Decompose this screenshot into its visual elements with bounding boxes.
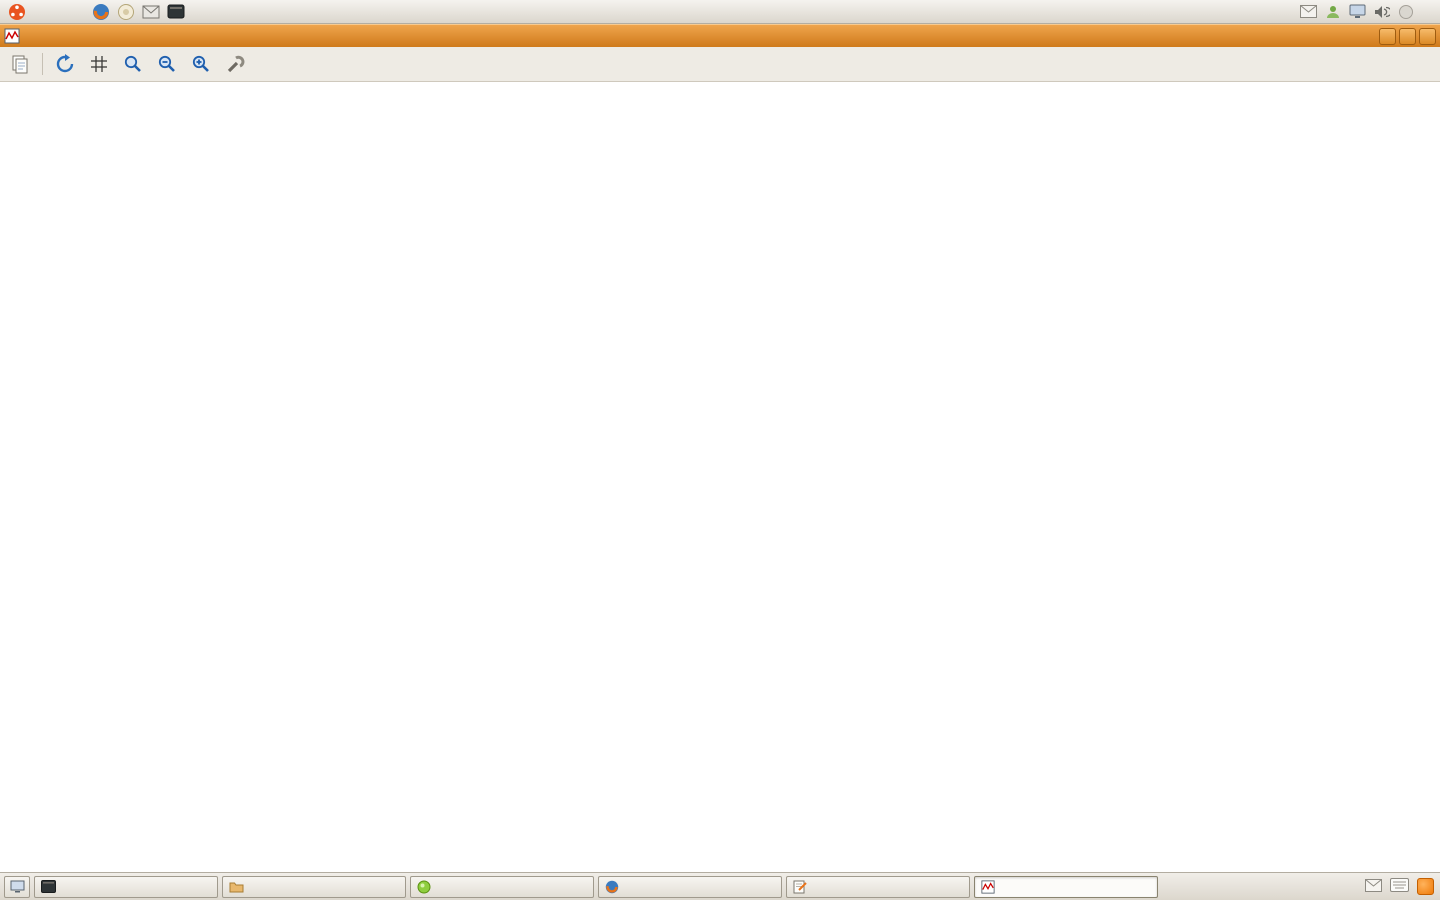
monitor-icon: [1349, 4, 1366, 19]
weather-icon: [1398, 4, 1414, 20]
ubuntu-logo-icon: [8, 3, 26, 21]
echo-distance-chart: [0, 234, 1440, 541]
plot-background: [0, 848, 1440, 872]
help-button[interactable]: [257, 52, 281, 76]
ubuntu-logo-icon[interactable]: [8, 3, 26, 21]
copy-icon: [10, 54, 30, 74]
show-desktop-button[interactable]: [4, 876, 30, 898]
taskbar-item-firefox[interactable]: [598, 876, 782, 898]
terminal-icon: [167, 4, 185, 19]
close-button[interactable]: [1419, 28, 1436, 45]
zoom-in-icon: [191, 54, 211, 74]
menu-places[interactable]: [48, 9, 66, 15]
zoom-previous-icon: [123, 54, 143, 74]
zoom-in-button[interactable]: [189, 52, 213, 76]
mail-launcher-icon[interactable]: [142, 5, 160, 19]
titlebar-buttons: [1379, 28, 1436, 45]
toggle-grid-button[interactable]: [87, 52, 111, 76]
keyboard-indicator-icon[interactable]: [1390, 878, 1409, 895]
keyboard-icon: [1390, 878, 1409, 892]
copy-button[interactable]: [8, 52, 32, 76]
zoom-previous-button[interactable]: [121, 52, 145, 76]
speaker-icon: [1374, 5, 1390, 19]
window-titlebar[interactable]: [0, 24, 1440, 47]
waveform-sample-chart: [0, 82, 1440, 234]
mail-notification-icon[interactable]: [1300, 5, 1317, 18]
user-icon: [1325, 4, 1341, 20]
desktop-icon: [10, 880, 25, 893]
taskbar-item-gajim[interactable]: [410, 876, 594, 898]
taskbar-item-terminal[interactable]: [34, 876, 218, 898]
text-editor-icon: [793, 880, 807, 894]
gajim-icon: [417, 880, 431, 894]
gnome-top-panel: [0, 0, 1440, 24]
mail-icon: [142, 5, 160, 19]
volume-icon[interactable]: [1374, 5, 1390, 19]
taskbar-item-file-manager[interactable]: [222, 876, 406, 898]
firefox-icon: [605, 880, 619, 894]
firefox-launcher-icon[interactable]: [92, 3, 110, 21]
taskbar-item-gnuplot[interactable]: [974, 876, 1158, 898]
mail-icon: [1365, 879, 1382, 892]
help-icon: [117, 3, 135, 21]
minimize-button[interactable]: [1379, 28, 1396, 45]
menu-applications[interactable]: [30, 9, 48, 15]
taskbar-item-editor[interactable]: [786, 876, 970, 898]
panel-launchers: [92, 3, 185, 21]
toolbar-separator: [42, 53, 43, 75]
menu-system[interactable]: [66, 9, 84, 15]
maximize-button[interactable]: [1399, 28, 1416, 45]
weather-icon[interactable]: [1398, 4, 1414, 20]
replot-button[interactable]: [53, 52, 77, 76]
mail-icon: [1300, 5, 1317, 18]
taskbar-status-area: [1357, 878, 1436, 895]
terminal-launcher-icon[interactable]: [167, 4, 185, 19]
replot-refresh-icon: [55, 54, 75, 74]
zoom-out-icon: [157, 54, 177, 74]
gnuplot-window-icon: [4, 28, 20, 44]
firefox-icon: [92, 3, 110, 21]
session-user-icon[interactable]: [1325, 4, 1341, 20]
mail-tray-icon[interactable]: [1365, 879, 1382, 895]
taskbar: [0, 872, 1440, 900]
gnuplot-icon: [981, 880, 995, 894]
gnuplot-toolbar: [0, 47, 1440, 82]
file-manager-icon: [229, 881, 244, 893]
settings-button[interactable]: [223, 52, 247, 76]
terminal-icon: [41, 880, 56, 893]
update-notifier-icon[interactable]: [1417, 878, 1434, 895]
network-monitor-icon[interactable]: [1349, 4, 1366, 19]
grid-icon: [89, 54, 109, 74]
panel-status-area: [1300, 4, 1436, 20]
settings-wrench-icon: [225, 54, 245, 74]
zoom-out-button[interactable]: [155, 52, 179, 76]
help-launcher-icon[interactable]: [117, 3, 135, 21]
correlation-distance-chart: [0, 541, 1440, 848]
